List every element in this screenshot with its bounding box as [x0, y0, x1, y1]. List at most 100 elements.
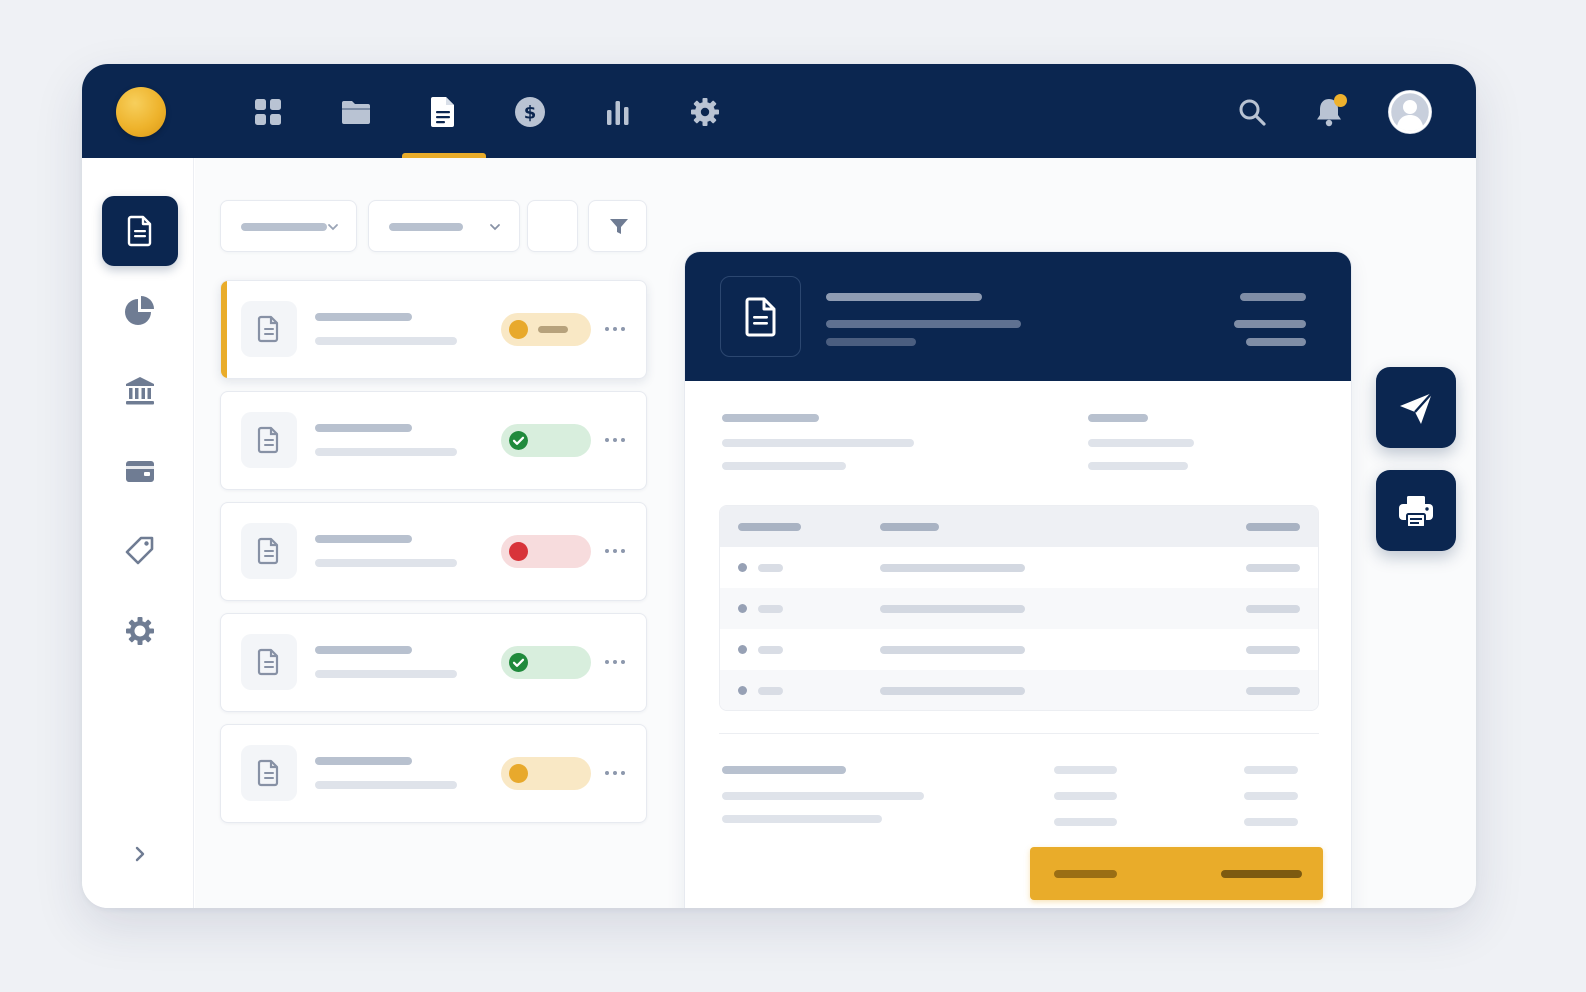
sidebar-item-tags[interactable] [102, 516, 178, 586]
folder-icon [342, 101, 370, 124]
table-row[interactable] [720, 670, 1318, 710]
filter-empty-field[interactable] [527, 200, 578, 252]
document-icon [431, 97, 454, 127]
document-icon [127, 215, 152, 247]
invoice-subtitle [315, 781, 457, 789]
row-amount [1246, 605, 1300, 613]
sidebar-item-invoices[interactable] [102, 196, 178, 266]
notes-heading [722, 766, 846, 774]
detail-due [1246, 338, 1306, 346]
sidebar-item-settings[interactable] [102, 596, 178, 666]
subtotal-value [1244, 766, 1298, 774]
detail-title [826, 293, 982, 301]
nav-payments[interactable]: $ [510, 92, 550, 132]
billto-line [722, 439, 914, 447]
nav-settings[interactable] [685, 92, 725, 132]
detail-date [1234, 320, 1306, 328]
invoice-card[interactable] [220, 280, 647, 379]
sidebar-expand-button[interactable] [122, 836, 158, 872]
user-avatar[interactable] [1388, 90, 1432, 134]
funnel-icon [610, 219, 628, 234]
nav-dashboard[interactable] [248, 92, 288, 132]
user-avatar-icon [1388, 90, 1432, 134]
filter-dropdown-status[interactable] [220, 200, 357, 252]
detail-document-tile [720, 276, 801, 357]
main-content [195, 158, 1476, 908]
status-label [538, 326, 568, 333]
column-header [880, 523, 939, 531]
send-icon [1400, 391, 1433, 424]
more-options-button[interactable] [603, 763, 631, 783]
detail-subtitle [826, 320, 1021, 328]
more-options-button[interactable] [603, 319, 631, 339]
document-icon [257, 537, 279, 565]
tax-value [1244, 792, 1298, 800]
invoice-thumbnail [241, 634, 297, 690]
table-row[interactable] [720, 547, 1318, 588]
row-bullet [738, 645, 747, 654]
invoice-card[interactable] [220, 613, 647, 712]
detail-meta [826, 338, 916, 346]
filter-dropdown-date[interactable] [368, 200, 520, 252]
total-due-button[interactable] [1030, 847, 1323, 900]
row-amount [1246, 646, 1300, 654]
invoice-subtitle [315, 337, 457, 345]
more-options-button[interactable] [603, 652, 631, 672]
sidebar-item-banking[interactable] [102, 356, 178, 426]
more-options-button[interactable] [603, 430, 631, 450]
filter-placeholder [241, 223, 327, 231]
row-description [880, 646, 1025, 654]
tag-icon [125, 536, 154, 565]
tax-label [1054, 792, 1117, 800]
row-bullet [738, 563, 747, 572]
invoice-thumbnail [241, 523, 297, 579]
invoice-card[interactable] [220, 724, 647, 823]
invoice-title [315, 646, 412, 654]
row-qty [758, 687, 783, 695]
row-amount [1246, 687, 1300, 695]
print-invoice-button[interactable] [1376, 470, 1456, 551]
row-bullet [738, 604, 747, 613]
check-circle-icon [509, 431, 528, 450]
document-icon [257, 759, 279, 787]
brand-logo[interactable] [116, 87, 166, 137]
invoice-title [315, 757, 412, 765]
sidebar-item-wallet[interactable] [102, 436, 178, 506]
meta-heading [1088, 414, 1148, 422]
invoice-title [315, 535, 412, 543]
line-items-table [719, 505, 1319, 711]
nav-folders[interactable] [336, 92, 376, 132]
search-button[interactable] [1232, 92, 1272, 132]
invoice-detail-panel [684, 251, 1352, 908]
table-header [720, 506, 1318, 547]
meta-line [1088, 462, 1188, 470]
sidebar-item-analytics[interactable] [102, 276, 178, 346]
notes-line [722, 815, 882, 823]
invoice-subtitle [315, 559, 457, 567]
invoice-thumbnail [241, 301, 297, 357]
notification-badge [1334, 94, 1347, 107]
more-options-button[interactable] [603, 541, 631, 561]
status-badge-pending [501, 313, 591, 346]
row-bullet [738, 686, 747, 695]
table-row[interactable] [720, 629, 1318, 670]
bar-chart-icon [607, 101, 629, 125]
row-description [880, 605, 1025, 613]
column-header [1246, 523, 1300, 531]
send-invoice-button[interactable] [1376, 367, 1456, 448]
status-badge-pending [501, 757, 591, 790]
invoice-subtitle [315, 448, 457, 456]
row-description [880, 564, 1025, 572]
nav-reports[interactable] [598, 92, 638, 132]
filter-button[interactable] [588, 200, 647, 252]
gear-icon [126, 617, 154, 645]
nav-invoices[interactable] [423, 92, 463, 132]
invoice-card[interactable] [220, 391, 647, 490]
detail-number [1240, 293, 1306, 301]
subtotal-label [1054, 766, 1117, 774]
invoice-title [315, 424, 412, 432]
table-row[interactable] [720, 588, 1318, 629]
invoice-card[interactable] [220, 502, 647, 601]
document-icon [257, 648, 279, 676]
chevron-down-icon [490, 224, 500, 231]
